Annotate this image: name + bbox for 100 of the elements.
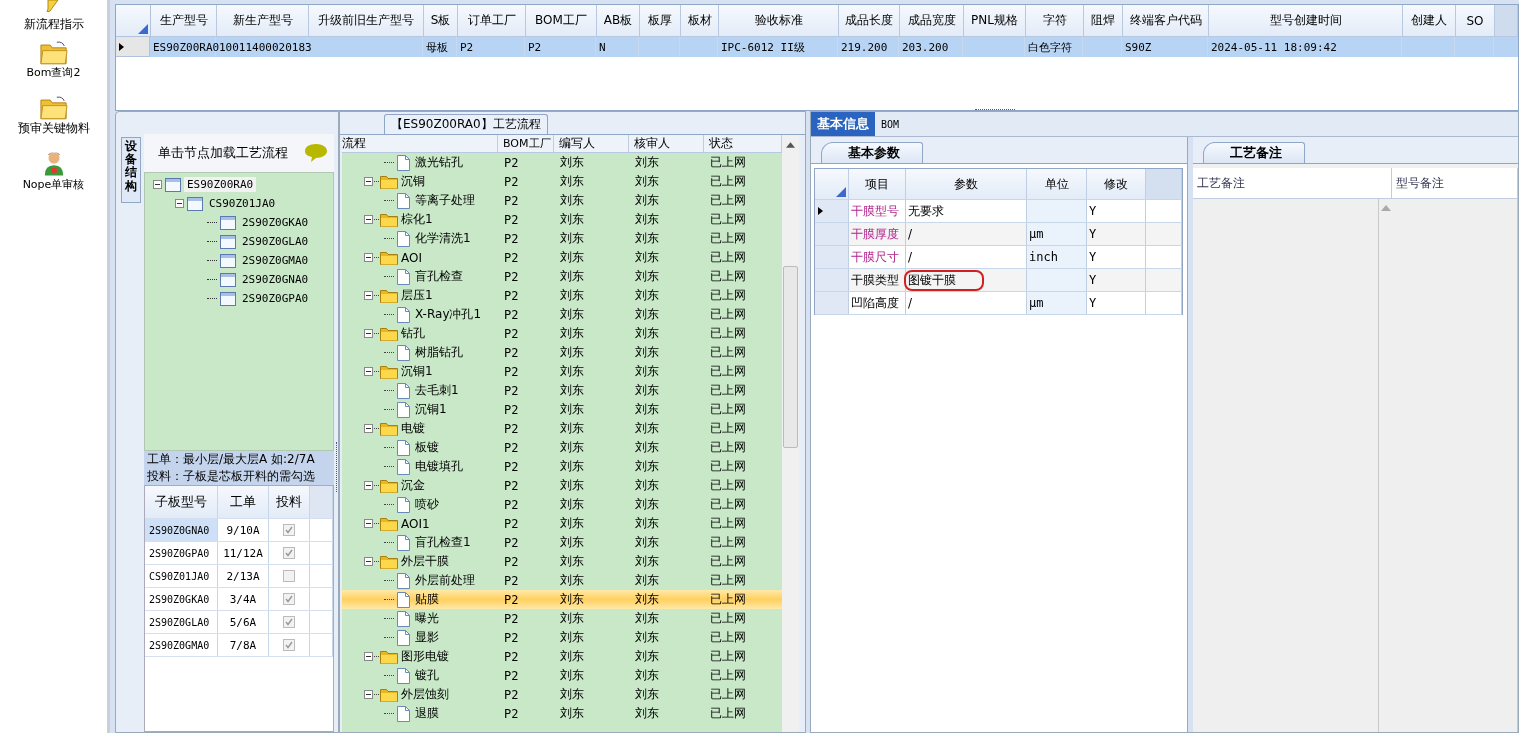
process-row[interactable]: 外层蚀刻 P2 刘东 刘东 已上网 xyxy=(342,685,782,704)
step-name: 外层前处理 xyxy=(415,572,475,589)
process-row[interactable]: 曝光 P2 刘东 刘东 已上网 xyxy=(342,609,782,628)
tab[interactable]: BOM xyxy=(875,112,906,136)
table-cell-text: 刘东 xyxy=(559,648,585,665)
process-row[interactable]: 棕化1 P2 刘东 刘东 已上网 xyxy=(342,210,782,229)
column-header[interactable]: 工艺备注 xyxy=(1193,168,1392,198)
table-cell-text: P2 xyxy=(503,173,520,191)
process-row[interactable]: 等离子处理 P2 刘东 刘东 已上网 xyxy=(342,191,782,210)
table-cell[interactable]: CS90Z01JA0 xyxy=(145,565,218,587)
table-cell-text: P2 xyxy=(503,534,520,552)
step-name: 沉铜1 xyxy=(401,363,433,380)
table-cell-text: 刘东 xyxy=(634,154,660,171)
step-name: 激光钻孔 xyxy=(415,154,463,171)
table-cell[interactable]: 2S90Z0GPA0 xyxy=(145,542,218,564)
step-name: 喷砂 xyxy=(415,496,439,513)
nav-label[interactable]: Nope单审核 xyxy=(22,177,85,192)
column-header[interactable]: 单位 xyxy=(1027,169,1087,199)
table-cell-text: 已上网 xyxy=(709,534,747,551)
table-cell[interactable]: 2S90Z0GMA0 xyxy=(145,634,218,656)
table-cell-text: P2 xyxy=(503,496,520,514)
table-cell[interactable]: 2S90Z0GNA0 xyxy=(145,519,218,541)
process-row[interactable]: 喷砂 P2 刘东 刘东 已上网 xyxy=(342,495,782,514)
process-row[interactable]: 显影 P2 刘东 刘东 已上网 xyxy=(342,628,782,647)
tree-node[interactable]: 2S90Z0GNA0 xyxy=(239,272,312,287)
table-cell-text: 刘东 xyxy=(559,192,585,209)
process-row[interactable]: 外层前处理 P2 刘东 刘东 已上网 xyxy=(342,571,782,590)
process-row[interactable]: 钻孔 P2 刘东 刘东 已上网 xyxy=(342,324,782,343)
process-row[interactable]: 贴膜 P2 刘东 刘东 已上网 xyxy=(342,590,782,609)
table-cell-text: 刘东 xyxy=(634,553,660,570)
process-row[interactable]: 盲孔检查1 P2 刘东 刘东 已上网 xyxy=(342,533,782,552)
table-cell-text: P2 xyxy=(503,648,520,666)
table-cell-text: 已上网 xyxy=(709,648,747,665)
process-row[interactable]: 镀孔 P2 刘东 刘东 已上网 xyxy=(342,666,782,685)
process-row[interactable]: 沉铜 P2 刘东 刘东 已上网 xyxy=(342,172,782,191)
table-cell-text: 已上网 xyxy=(709,705,747,722)
table-cell: μm xyxy=(1027,292,1087,314)
process-row[interactable]: 沉金 P2 刘东 刘东 已上网 xyxy=(342,476,782,495)
process-row[interactable]: 层压1 P2 刘东 刘东 已上网 xyxy=(342,286,782,305)
table-cell[interactable]: 2S90Z0GLA0 xyxy=(145,611,218,633)
process-row[interactable]: 激光钻孔 P2 刘东 刘东 已上网 xyxy=(342,153,782,172)
process-row[interactable]: 沉铜1 P2 刘东 刘东 已上网 xyxy=(342,362,782,381)
column-header[interactable]: 参数 xyxy=(906,169,1027,199)
table-cell: 7/8A xyxy=(218,634,269,656)
process-row[interactable]: 电镀 P2 刘东 刘东 已上网 xyxy=(342,419,782,438)
table-cell-text: 刘东 xyxy=(559,591,585,608)
process-row[interactable]: 外层干膜 P2 刘东 刘东 已上网 xyxy=(342,552,782,571)
process-row[interactable]: 沉铜1 P2 刘东 刘东 已上网 xyxy=(342,400,782,419)
table-cell: 2/13A xyxy=(218,565,269,587)
table-cell-text: 已上网 xyxy=(709,363,747,380)
nav-label[interactable]: 预审关键物料 xyxy=(17,120,90,137)
column-header[interactable]: 项目 xyxy=(849,169,906,199)
table-cell-text: 刘东 xyxy=(559,249,585,266)
table-cell-text: 已上网 xyxy=(709,572,747,589)
table-row[interactable]: 干膜类型 图镀干膜 Y xyxy=(815,269,1182,292)
process-row[interactable]: AOI1 P2 刘东 刘东 已上网 xyxy=(342,514,782,533)
table-cell-text: 刘东 xyxy=(559,477,585,494)
process-row[interactable]: 退膜 P2 刘东 刘东 已上网 xyxy=(342,704,782,723)
nav-label[interactable]: 新流程指示 xyxy=(23,16,84,33)
column-header[interactable]: 核审人 xyxy=(629,135,704,152)
table-cell-text: 刘东 xyxy=(634,591,660,608)
table-row[interactable]: 干膜厚度 / μm Y xyxy=(815,223,1182,246)
step-name: 树脂钻孔 xyxy=(415,344,463,361)
tab[interactable]: 基本参数 xyxy=(821,142,923,163)
table-row[interactable]: ES90Z00RA010011400020183 母板 P2 P2 N IPC-6012 II级 219.200 203.200 白色字符 S90Z 2024-05-11 18:09:42 xyxy=(116,37,1518,57)
tree-node[interactable]: CS90Z01JA0 xyxy=(206,196,279,211)
process-row[interactable]: 板镀 P2 刘东 刘东 已上网 xyxy=(342,438,782,457)
table-cell-text: P2 xyxy=(503,667,520,685)
column-header[interactable]: BOM工厂 xyxy=(498,135,554,152)
nav-label[interactable]: Bom查询2 xyxy=(26,65,81,80)
tree-node[interactable]: 2S90Z0GLA0 xyxy=(239,234,312,249)
process-row[interactable]: 盲孔检查 P2 刘东 刘东 已上网 xyxy=(342,267,782,286)
tab[interactable]: 工艺备注 xyxy=(1203,142,1305,163)
tree-node[interactable]: 2S90Z0GMA0 xyxy=(239,253,312,268)
table-cell[interactable]: 2S90Z0GKA0 xyxy=(145,588,218,610)
step-name: 镀孔 xyxy=(415,667,439,684)
process-row[interactable]: 去毛刺1 P2 刘东 刘东 已上网 xyxy=(342,381,782,400)
column-header[interactable]: 流程 xyxy=(342,135,498,152)
tree-node[interactable]: 2S90Z0GKA0 xyxy=(239,215,312,230)
column-header[interactable]: 工单 xyxy=(218,486,269,518)
table-cell: 白色字符 xyxy=(1025,37,1083,57)
table-cell: 203.200 xyxy=(899,37,963,57)
table-cell-text: 刘东 xyxy=(634,648,660,665)
column-header[interactable]: 编写人 xyxy=(554,135,629,152)
tree-node[interactable]: ES90Z00RA0 xyxy=(184,177,257,192)
process-row[interactable]: 图形电镀 P2 刘东 刘东 已上网 xyxy=(342,647,782,666)
process-row[interactable]: 树脂钻孔 P2 刘东 刘东 已上网 xyxy=(342,343,782,362)
process-row[interactable]: 化学清洗1 P2 刘东 刘东 已上网 xyxy=(342,229,782,248)
process-row[interactable]: X-Ray冲孔1 P2 刘东 刘东 已上网 xyxy=(342,305,782,324)
column-header[interactable]: 型号备注 xyxy=(1392,168,1518,198)
tree-node[interactable]: 2S90Z0GPA0 xyxy=(239,291,312,306)
process-row[interactable]: 电镀填孔 P2 刘东 刘东 已上网 xyxy=(342,457,782,476)
table-cell-text: P2 xyxy=(503,629,520,647)
tab[interactable]: 基本信息 xyxy=(811,112,875,136)
table-cell-text: 刘东 xyxy=(634,382,660,399)
column-header[interactable]: 子板型号 xyxy=(145,486,218,518)
table-cell-text: 刘东 xyxy=(634,363,660,380)
side-tab[interactable]: 设备结构 xyxy=(121,137,141,203)
table-row[interactable]: 凹陷高度 / μm Y xyxy=(815,292,1182,315)
process-row[interactable]: AOI P2 刘东 刘东 已上网 xyxy=(342,248,782,267)
